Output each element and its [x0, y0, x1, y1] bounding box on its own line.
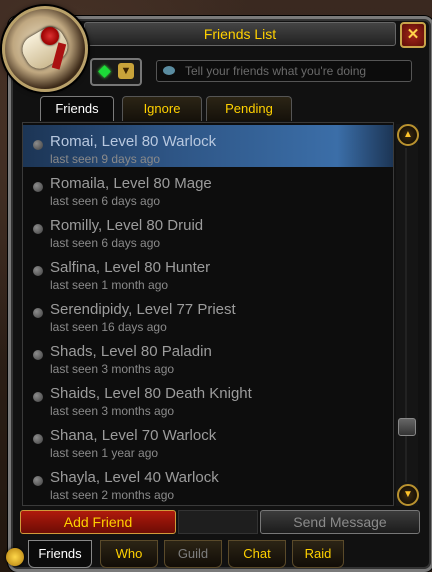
friend-row[interactable]: Shaids, Level 80 Death Knight last seen … [23, 377, 393, 419]
friend-name: Salfina, Level 80 Hunter [50, 259, 211, 276]
offline-status-icon [33, 476, 43, 486]
friend-last-seen: last seen 3 months ago [50, 362, 175, 376]
bottom-tab-guild[interactable]: Guild [164, 540, 222, 568]
online-status-icon [98, 65, 111, 78]
offline-status-icon [33, 308, 43, 318]
close-button[interactable]: ✕ [400, 22, 426, 48]
offline-status-icon [33, 350, 43, 360]
friend-last-seen: last seen 3 months ago [50, 404, 175, 418]
broadcast-input[interactable]: Tell your friends what you're doing [156, 60, 412, 82]
friend-name: Serendipidy, Level 77 Priest [50, 301, 236, 318]
friend-name: Romilly, Level 80 Druid [50, 217, 204, 234]
wax-seal-icon [41, 27, 59, 45]
friend-name: Romai, Level 80 Warlock [50, 133, 217, 150]
offline-status-icon [33, 182, 43, 192]
bottom-tab-who[interactable]: Who [100, 540, 158, 568]
friend-last-seen: last seen 16 days ago [50, 320, 167, 334]
friends-portrait-icon [2, 6, 88, 92]
friend-row[interactable]: Shads, Level 80 Paladin last seen 3 mont… [23, 335, 393, 377]
send-message-button[interactable]: Send Message [260, 510, 420, 534]
friend-last-seen: last seen 9 days ago [50, 152, 161, 166]
friend-name: Shaids, Level 80 Death Knight [50, 385, 252, 402]
friend-row[interactable]: Shana, Level 70 Warlock last seen 1 year… [23, 419, 393, 461]
friend-row[interactable]: Serendipidy, Level 77 Priest last seen 1… [23, 293, 393, 335]
offline-status-icon [33, 434, 43, 444]
add-friend-button[interactable]: Add Friend [20, 510, 176, 534]
friend-last-seen: last seen 6 days ago [50, 194, 161, 208]
tab-pending[interactable]: Pending [206, 96, 292, 121]
friend-last-seen: last seen 6 days ago [50, 236, 161, 250]
scroll-up-button[interactable]: ▲ [397, 124, 419, 146]
friends-list: Romai, Level 80 Warlock last seen 9 days… [22, 122, 394, 506]
friends-list-scrollbar[interactable]: ▲ ▼ [396, 124, 419, 506]
social-icon [6, 548, 24, 566]
friend-row[interactable]: Shayla, Level 40 Warlock last seen 2 mon… [23, 461, 393, 503]
scroll-down-button[interactable]: ▼ [397, 484, 419, 506]
friend-name: Shayla, Level 40 Warlock [50, 469, 219, 486]
offline-status-icon [33, 140, 43, 150]
friend-last-seen: last seen 2 months ago [50, 488, 175, 502]
friend-last-seen: last seen 1 month ago [50, 278, 169, 292]
friend-row[interactable]: Romaila, Level 80 Mage last seen 6 days … [23, 167, 393, 209]
tab-ignore[interactable]: Ignore [122, 96, 202, 121]
tab-friends[interactable]: Friends [40, 96, 114, 121]
window-title: Friends List [84, 22, 396, 46]
friend-name: Shana, Level 70 Warlock [50, 427, 217, 444]
friend-name: Shads, Level 80 Paladin [50, 343, 212, 360]
friend-row[interactable]: Romilly, Level 80 Druid last seen 6 days… [23, 209, 393, 251]
bottom-tab-raid[interactable]: Raid [292, 540, 344, 568]
bottom-tab-friends[interactable]: Friends [28, 540, 92, 568]
friend-row[interactable]: Salfina, Level 80 Hunter last seen 1 mon… [23, 251, 393, 293]
bottom-tab-chat[interactable]: Chat [228, 540, 286, 568]
offline-status-icon [33, 266, 43, 276]
friend-name: Romaila, Level 80 Mage [50, 175, 212, 192]
broadcast-placeholder: Tell your friends what you're doing [185, 64, 367, 78]
button-divider [178, 510, 258, 534]
chevron-down-icon: ▼ [118, 63, 134, 79]
scroll-thumb[interactable] [398, 418, 416, 437]
offline-status-icon [33, 224, 43, 234]
speech-bubble-icon [163, 66, 175, 75]
friend-row[interactable]: Romai, Level 80 Warlock last seen 9 days… [23, 125, 393, 167]
friend-last-seen: last seen 1 year ago [50, 446, 159, 460]
online-status-dropdown[interactable]: ▼ [90, 58, 142, 86]
offline-status-icon [33, 392, 43, 402]
